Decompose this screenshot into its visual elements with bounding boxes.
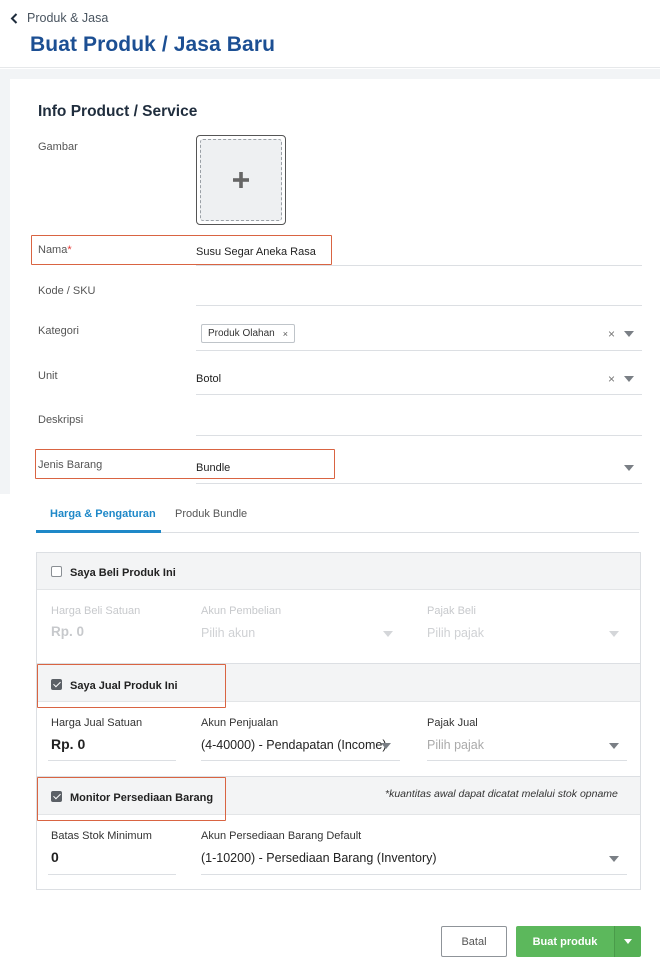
sku-underline (196, 305, 642, 306)
sell-price-input[interactable]: Rp. 0 (51, 736, 85, 752)
sell-tax-underline (427, 760, 627, 761)
sell-price-underline (48, 760, 176, 761)
sell-tax-caret-down-icon[interactable] (609, 743, 619, 749)
active-tab-indicator (36, 530, 161, 533)
name-underline (196, 265, 642, 266)
min-stock-underline (48, 874, 176, 875)
sell-price-label: Harga Jual Satuan (51, 717, 143, 729)
buy-account-caret-down-icon[interactable] (383, 631, 393, 637)
sell-tax-select[interactable]: Pilih pajak (427, 738, 484, 752)
inventory-account-label: Akun Persediaan Barang Default (201, 830, 362, 842)
type-label: Jenis Barang (38, 459, 103, 471)
image-dropzone (200, 139, 282, 221)
buy-tax-label: Pajak Beli (427, 605, 476, 617)
plus-icon (233, 172, 249, 188)
create-product-button[interactable]: Buat produk (516, 926, 614, 957)
inventory-note: *kuantitas awal dapat dicatat melalui st… (385, 788, 618, 800)
category-tag: Produk Olahan × (201, 324, 295, 343)
description-input[interactable] (196, 414, 642, 432)
buy-account-label: Akun Pembelian (201, 605, 282, 617)
breadcrumb-label: Produk & Jasa (27, 11, 109, 25)
category-caret-down-icon[interactable] (624, 331, 634, 337)
type-caret-down-icon[interactable] (624, 465, 634, 471)
type-select[interactable]: Bundle (196, 462, 230, 474)
description-underline (196, 435, 642, 436)
sku-label: Kode / SKU (38, 285, 96, 297)
name-input[interactable]: Susu Segar Aneka Rasa (196, 246, 316, 258)
image-upload-button[interactable] (196, 135, 286, 225)
category-tag-label: Produk Olahan (208, 328, 275, 339)
sell-checkbox[interactable] (51, 679, 62, 690)
unit-underline (196, 394, 642, 395)
inventory-checkbox-label: Monitor Persediaan Barang (70, 792, 214, 804)
cancel-button[interactable]: Batal (441, 926, 507, 957)
description-label: Deskripsi (38, 414, 84, 426)
unit-caret-down-icon[interactable] (624, 376, 634, 382)
category-clear-icon[interactable]: × (608, 327, 615, 341)
buy-price-input[interactable]: Rp. 0 (51, 624, 84, 639)
sell-account-select[interactable]: (4-40000) - Pendapatan (Income) (201, 738, 387, 752)
sku-input[interactable] (196, 285, 642, 303)
page-title: Buat Produk / Jasa Baru (30, 33, 276, 56)
unit-select[interactable]: Botol (196, 373, 221, 385)
category-label: Kategori (38, 325, 79, 337)
buy-tax-select[interactable]: Pilih pajak (427, 626, 484, 640)
buy-price-label: Harga Beli Satuan (51, 605, 141, 617)
type-underline (196, 483, 642, 484)
page-header: Produk & Jasa Buat Produk / Jasa Baru (0, 0, 660, 68)
image-label: Gambar (38, 141, 78, 153)
required-marker: * (67, 244, 72, 256)
section-title: Info Product / Service (38, 103, 198, 120)
sell-account-label: Akun Penjualan (201, 717, 279, 729)
inventory-account-select[interactable]: (1-10200) - Persediaan Barang (Inventory… (201, 851, 437, 865)
buy-tax-caret-down-icon[interactable] (609, 631, 619, 637)
inventory-checkbox[interactable] (51, 791, 62, 802)
inventory-account-underline (201, 874, 627, 875)
close-icon[interactable]: × (283, 329, 288, 339)
unit-clear-icon[interactable]: × (608, 372, 615, 386)
sell-tax-label: Pajak Jual (427, 717, 478, 729)
create-options-dropdown-button[interactable] (614, 926, 641, 957)
sell-account-underline (201, 760, 400, 761)
min-stock-label: Batas Stok Minimum (51, 830, 152, 842)
chevron-left-icon (10, 12, 18, 24)
tab-harga-pengaturan[interactable]: Harga & Pengaturan (50, 508, 156, 520)
buy-checkbox[interactable] (51, 566, 62, 577)
buy-checkbox-label: Saya Beli Produk Ini (70, 567, 176, 579)
inventory-account-caret-down-icon[interactable] (609, 856, 619, 862)
category-underline (196, 350, 642, 351)
name-label: Nama* (38, 244, 72, 256)
breadcrumb-back-link[interactable]: Produk & Jasa (10, 11, 108, 25)
buy-account-select[interactable]: Pilih akun (201, 626, 255, 640)
sell-checkbox-label: Saya Jual Produk Ini (70, 680, 178, 692)
caret-down-icon (624, 939, 632, 944)
unit-label: Unit (38, 370, 58, 382)
sell-account-caret-down-icon[interactable] (381, 743, 391, 749)
tab-produk-bundle[interactable]: Produk Bundle (175, 508, 247, 520)
min-stock-input[interactable]: 0 (51, 849, 59, 865)
